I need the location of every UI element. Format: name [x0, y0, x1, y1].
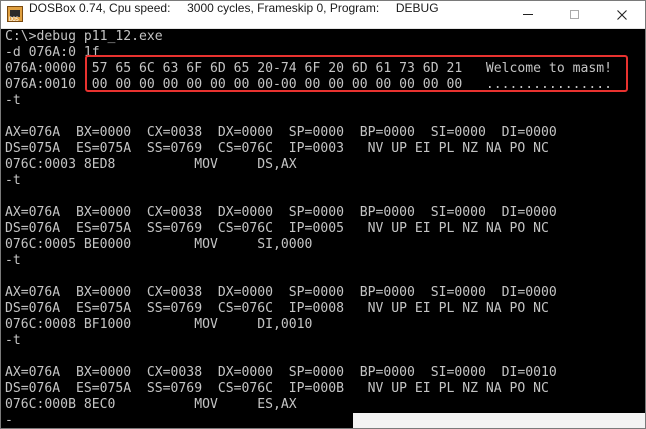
- vertical-scrollbar[interactable]: [643, 29, 645, 427]
- console-line: 076C:0003 8ED8 MOV DS,AX: [5, 157, 297, 172]
- title-app-name: DOSBox 0.74, Cpu speed:: [29, 1, 171, 15]
- console-line: DS=076A ES=075A SS=0769 CS=076C IP=000B …: [5, 381, 549, 396]
- title-frameskip: 0, Program:: [316, 1, 380, 15]
- dosbox-app-icon[interactable]: DOS BOX: [7, 6, 23, 30]
- console-line: DS=076A ES=075A SS=0769 CS=076C IP=0005 …: [5, 221, 549, 236]
- console-output[interactable]: C:\>debug p11_12.exe -d 076A:0 1f 076A:0…: [3, 29, 643, 427]
- window-title: DOSBox 0.74, Cpu speed: 3000 cycles, Fra…: [29, 1, 439, 28]
- maximize-icon: [569, 10, 579, 19]
- title-bar[interactable]: DOS BOX DOSBox 0.74, Cpu speed: 3000 cyc…: [1, 1, 645, 30]
- minimize-icon: [523, 14, 533, 15]
- console-line: -: [5, 413, 13, 427]
- console-line: DS=075A ES=075A SS=0769 CS=076C IP=0003 …: [5, 141, 549, 156]
- console-line: AX=076A BX=0000 CX=0038 DX=0000 SP=0000 …: [5, 205, 557, 220]
- console-line: 076C:000B 8EC0 MOV ES,AX: [5, 397, 297, 412]
- console-line: -t: [5, 253, 21, 268]
- dosbox-window: DOS BOX DOSBox 0.74, Cpu speed: 3000 cyc…: [0, 0, 646, 429]
- console-line: 076C:0005 BE0000 MOV SI,0000: [5, 237, 313, 252]
- title-cpu-speed: 3000 cycles, Frameskip: [187, 1, 314, 15]
- console-line: -t: [5, 173, 21, 188]
- console-line: AX=076A BX=0000 CX=0038 DX=0000 SP=0000 …: [5, 365, 557, 380]
- title-program: DEBUG: [395, 1, 439, 15]
- app-icon-label: DOS BOX: [9, 16, 19, 30]
- close-icon: [617, 9, 627, 20]
- console-line: AX=076A BX=0000 CX=0038 DX=0000 SP=0000 …: [5, 125, 557, 140]
- taskbar-corner-overlay: [353, 413, 645, 428]
- maximize-button[interactable]: [551, 1, 597, 28]
- console-line: C:\>debug p11_12.exe: [5, 29, 163, 44]
- console-line: DS=076A ES=075A SS=0769 CS=076C IP=0008 …: [5, 301, 549, 316]
- console-line: -t: [5, 333, 21, 348]
- console-line: AX=076A BX=0000 CX=0038 DX=0000 SP=0000 …: [5, 285, 557, 300]
- close-button[interactable]: [599, 1, 645, 28]
- minimize-button[interactable]: [505, 1, 551, 28]
- memory-dump-highlight-box: [85, 55, 628, 92]
- console-line: 076C:0008 BF1000 MOV DI,0010: [5, 317, 313, 332]
- console-line: -t: [5, 93, 21, 108]
